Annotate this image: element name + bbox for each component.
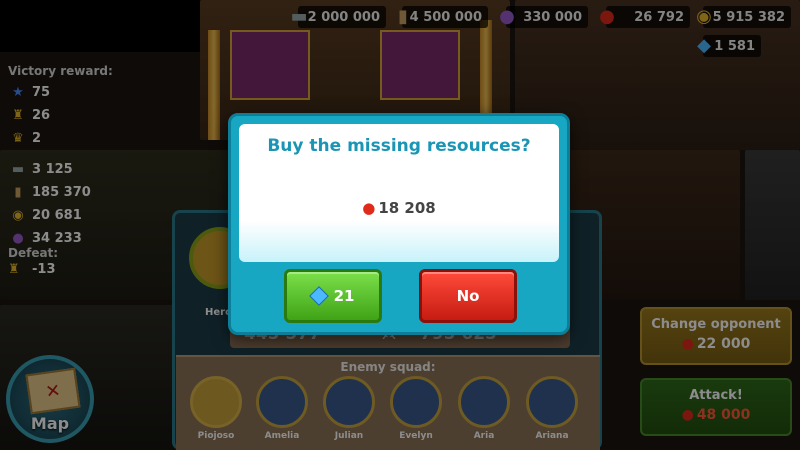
buy-with-gems-button[interactable]: 21 <box>284 269 382 323</box>
dialog-card: Buy the missing resources? ● 18 208 <box>239 124 559 262</box>
buy-resources-dialog: Buy the missing resources? ● 18 208 21 No <box>228 113 570 335</box>
apple-icon: ● <box>362 199 376 217</box>
missing-resources: ● 18 208 <box>239 199 559 217</box>
no-label: No <box>456 287 480 305</box>
gem-icon <box>308 286 329 306</box>
dialog-title: Buy the missing resources? <box>267 136 531 156</box>
missing-amount: 18 208 <box>378 199 436 217</box>
gem-cost: 21 <box>333 287 355 305</box>
no-button[interactable]: No <box>419 269 517 323</box>
